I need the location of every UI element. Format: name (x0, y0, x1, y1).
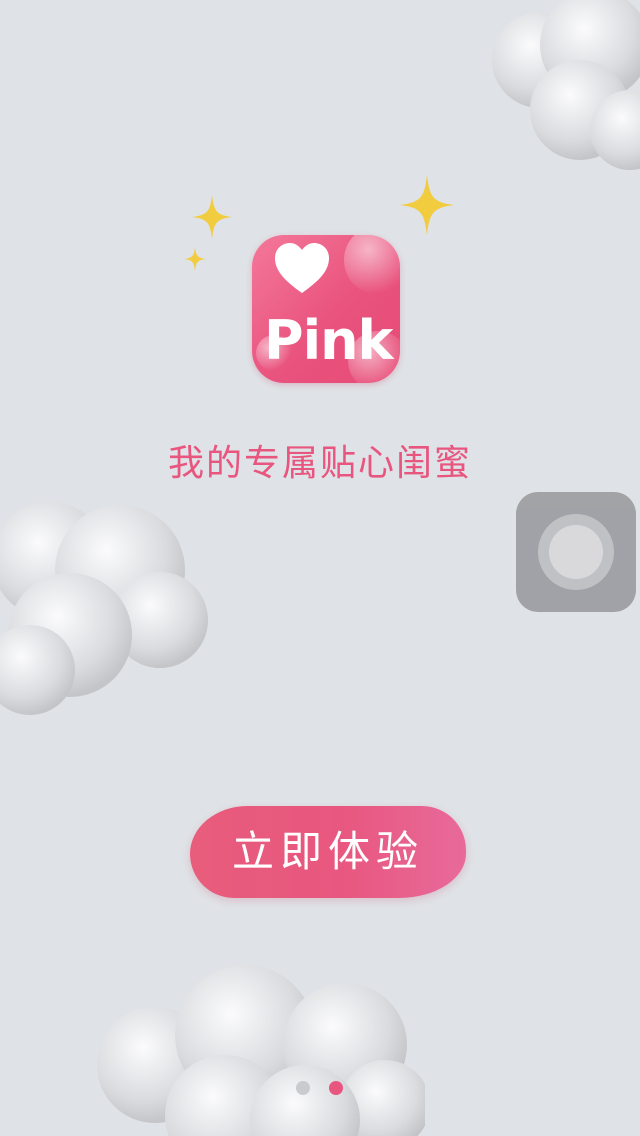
sparkle-icon (399, 175, 455, 235)
page-dot-1[interactable] (296, 1081, 310, 1095)
sparkle-icon (192, 195, 232, 239)
assistive-touch-icon[interactable] (516, 492, 636, 612)
sparkle-icon (184, 247, 206, 271)
heart-icon (275, 243, 329, 293)
cloud-bottom (97, 965, 425, 1136)
app-tagline: 我的专属贴心闺蜜 (167, 443, 472, 484)
page-indicator (296, 1081, 346, 1097)
assistive-touch-core (549, 525, 603, 579)
try-now-button[interactable]: 立即体验 (190, 806, 466, 898)
cloud-left (0, 502, 208, 715)
cloud-top-right (492, 0, 640, 170)
logo-bubble (344, 235, 400, 295)
page-dot-2-active[interactable] (329, 1081, 343, 1095)
app-name-text: Pink (264, 309, 393, 372)
app-logo: Pink (252, 235, 400, 383)
